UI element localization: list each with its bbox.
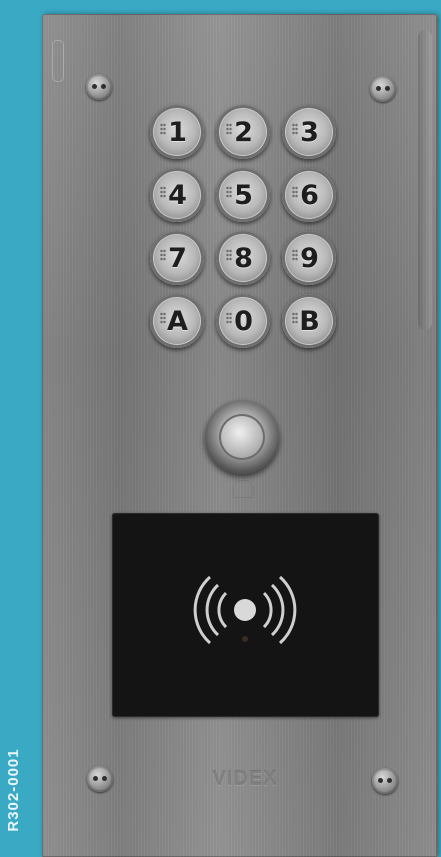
key-label: 6	[300, 179, 319, 211]
key-label: 0	[234, 305, 253, 337]
braille-icon	[292, 123, 298, 135]
screw-icon	[370, 76, 396, 102]
keypad-key-2[interactable]: 2	[216, 105, 270, 159]
key-label: 7	[168, 242, 187, 274]
keypad-key-1[interactable]: 1	[150, 105, 204, 159]
braille-icon	[292, 249, 298, 261]
braille-icon	[160, 186, 166, 198]
braille-icon	[292, 312, 298, 324]
call-button-cap	[219, 414, 265, 460]
product-code: R302-0001	[5, 748, 22, 832]
keypad-key-4[interactable]: 4	[150, 168, 204, 222]
braille-icon	[292, 186, 298, 198]
key-label: 5	[234, 179, 253, 211]
key-label: 2	[234, 116, 253, 148]
call-button[interactable]	[205, 400, 279, 474]
keypad-key-8[interactable]: 8	[216, 231, 270, 285]
key-label: B	[299, 305, 320, 337]
braille-icon	[160, 312, 166, 324]
keypad-key-5[interactable]: 5	[216, 168, 270, 222]
keypad-key-0[interactable]: 0	[216, 294, 270, 348]
bell-icon	[233, 480, 253, 498]
keypad-key-7[interactable]: 7	[150, 231, 204, 285]
braille-icon	[226, 186, 232, 198]
keypad-key-a[interactable]: A	[150, 294, 204, 348]
key-label: 1	[168, 116, 187, 148]
braille-icon	[160, 249, 166, 261]
key-label: 3	[300, 116, 319, 148]
panel-edge-highlight	[418, 30, 432, 330]
keypad-key-b[interactable]: B	[282, 294, 336, 348]
braille-icon	[160, 123, 166, 135]
key-label: 8	[234, 242, 253, 274]
key-label: 9	[300, 242, 319, 274]
keypad-key-3[interactable]: 3	[282, 105, 336, 159]
panel-slot	[52, 40, 64, 82]
keypad: 1 2 3 4 5 6 7 8 9 A 0 B	[150, 105, 340, 365]
screw-icon	[372, 768, 398, 794]
key-label: 4	[168, 179, 187, 211]
screw-icon	[86, 74, 112, 100]
keypad-key-6[interactable]: 6	[282, 168, 336, 222]
keypad-key-9[interactable]: 9	[282, 231, 336, 285]
braille-icon	[226, 249, 232, 261]
braille-icon	[226, 312, 232, 324]
brand-logo: VIDEX	[212, 768, 278, 790]
key-label: A	[167, 305, 188, 337]
screw-icon	[87, 766, 113, 792]
contactless-wave-icon	[193, 575, 297, 645]
braille-icon	[226, 123, 232, 135]
